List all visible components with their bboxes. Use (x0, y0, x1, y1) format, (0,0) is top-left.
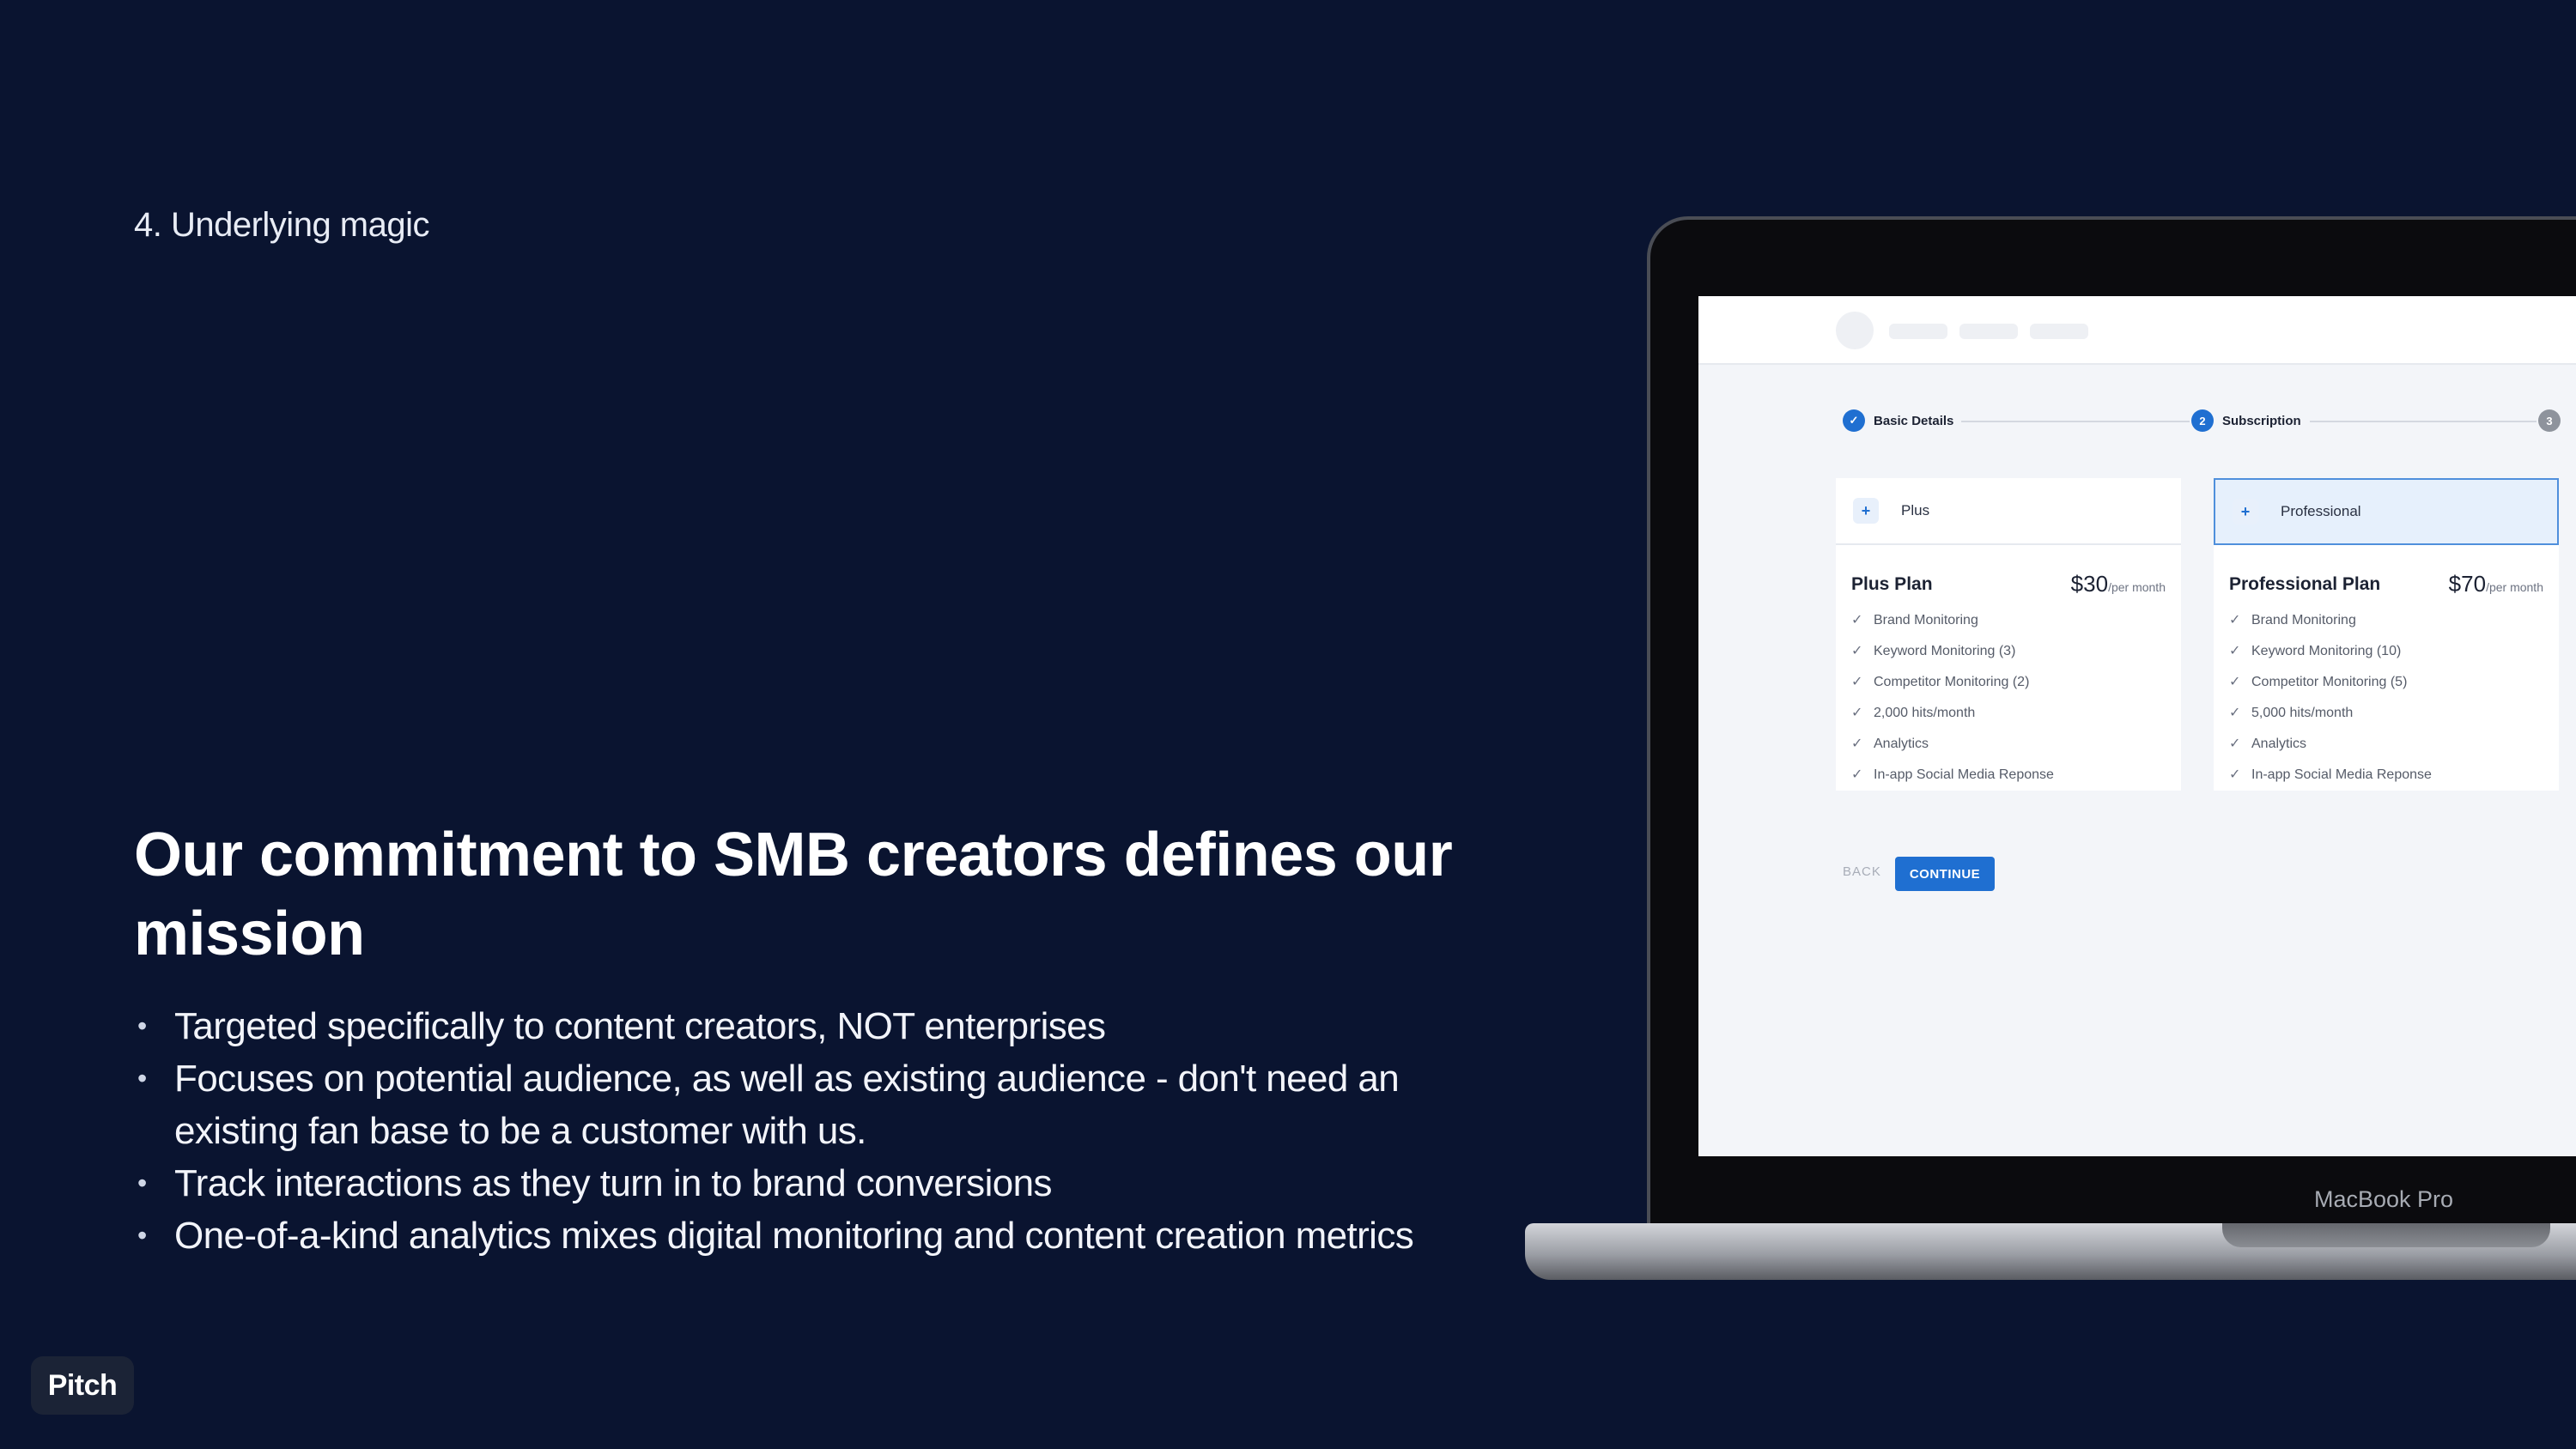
plan-tab-label: Plus (1901, 502, 1930, 518)
feature-list: ✓ Brand Monitoring ✓ Keyword Monitoring (3… (1851, 605, 2054, 791)
plan-tab-label: Professional (2281, 503, 2361, 519)
back-button[interactable]: BACK (1843, 864, 1881, 879)
plan-tab-plus[interactable]: + Plus (1836, 478, 2181, 545)
feature-label: 2,000 hits/month (1874, 706, 1976, 720)
price-amount: $30 (2070, 571, 2109, 597)
check-icon: ✓ (2229, 706, 2241, 720)
check-icon: ✓ (1851, 644, 1863, 658)
feature-item: ✓ In-app Social Media Reponse (2229, 760, 2432, 791)
feature-label: Brand Monitoring (2251, 613, 2356, 627)
step-label: Subscription (2222, 413, 2301, 428)
feature-item: ✓ Brand Monitoring (1851, 605, 2054, 636)
feature-label: In-app Social Media Reponse (1874, 767, 2054, 782)
step-subscription[interactable]: 2 Subscription (2191, 409, 2301, 432)
feature-item: ✓ 2,000 hits/month (1851, 698, 2054, 729)
check-icon: ✓ (2229, 737, 2241, 751)
feature-label: Analytics (1874, 737, 1929, 751)
plan-card-plus[interactable]: + Plus Plus Plan $30/per month ✓ Brand Mo… (1836, 478, 2181, 791)
plan-title: Plus Plan (1851, 574, 1933, 594)
check-icon: ✓ (1851, 613, 1863, 627)
check-icon: ✓ (1851, 767, 1863, 782)
feature-item: ✓ In-app Social Media Reponse (1851, 760, 2054, 791)
feature-list: ✓ Brand Monitoring ✓ Keyword Monitoring (1… (2229, 605, 2432, 791)
slide-headline: Our commitment to SMB creators defines o… (134, 821, 1453, 968)
feature-item: ✓ Competitor Monitoring (2) (1851, 667, 2054, 698)
feature-label: Keyword Monitoring (3) (1874, 644, 2016, 658)
feature-item: ✓ Competitor Monitoring (5) (2229, 667, 2432, 698)
feature-label: 5,000 hits/month (2251, 706, 2354, 720)
price-period: /per month (2108, 580, 2166, 594)
eyebrow-label: 4. Underlying magic (134, 206, 430, 244)
feature-item: ✓ 5,000 hits/month (2229, 698, 2432, 729)
pitch-logo[interactable]: Pitch (31, 1356, 134, 1415)
plan-price: $30/per month (2071, 571, 2166, 597)
check-icon: ✓ (1851, 706, 1863, 720)
price-amount: $70 (2448, 571, 2487, 597)
feature-item: ✓ Keyword Monitoring (3) (1851, 636, 2054, 667)
feature-label: Analytics (2251, 737, 2307, 751)
document-plus-icon: + (2233, 499, 2258, 524)
check-icon: ✓ (1851, 737, 1863, 751)
step-number: 3 (2538, 409, 2561, 432)
laptop-model-label: MacBook Pro (2314, 1186, 2454, 1212)
plan-tab-professional[interactable]: + Professional (2214, 478, 2559, 545)
step-connector (2310, 421, 2537, 422)
app-topbar (1698, 296, 2576, 365)
avatar (1836, 312, 1874, 349)
laptop-notch (2222, 1223, 2550, 1247)
plan-price: $70/per month (2449, 571, 2543, 597)
check-icon: ✓ (1843, 409, 1865, 432)
check-icon: ✓ (2229, 613, 2241, 627)
plan-title: Professional Plan (2229, 574, 2381, 594)
check-icon: ✓ (2229, 644, 2241, 658)
feature-label: Keyword Monitoring (10) (2251, 644, 2402, 658)
feature-item: ✓ Brand Monitoring (2229, 605, 2432, 636)
bullet-list: Targeted specifically to content creator… (134, 1000, 1439, 1262)
price-period: /per month (2486, 580, 2543, 594)
feature-item: ✓ Analytics (1851, 729, 2054, 760)
step-label: Basic Details (1874, 413, 1954, 428)
feature-item: ✓ Analytics (2229, 729, 2432, 760)
bullet-item: One-of-a-kind analytics mixes digital mo… (134, 1210, 1439, 1262)
step-connector (1961, 421, 2190, 422)
bullet-item: Focuses on potential audience, as well a… (134, 1052, 1439, 1157)
continue-button[interactable]: CONTINUE (1895, 857, 1995, 891)
feature-item: ✓ Keyword Monitoring (10) (2229, 636, 2432, 667)
document-plus-icon: + (1853, 498, 1879, 524)
step-number: 2 (2191, 409, 2214, 432)
feature-label: In-app Social Media Reponse (2251, 767, 2432, 782)
nav-placeholder (1959, 324, 2018, 339)
laptop-screen: ✓ Basic Details 2 Subscription 3 + Plus … (1698, 296, 2576, 1156)
nav-placeholder (1889, 324, 1947, 339)
bullet-item: Track interactions as they turn in to br… (134, 1157, 1439, 1210)
feature-label: Competitor Monitoring (2) (1874, 675, 2030, 689)
step-basic-details[interactable]: ✓ Basic Details (1843, 409, 1953, 432)
check-icon: ✓ (2229, 675, 2241, 689)
plan-card-professional[interactable]: + Professional Professional Plan $70/per… (2214, 478, 2559, 791)
step-third[interactable]: 3 (2538, 409, 2569, 432)
nav-placeholder (2030, 324, 2088, 339)
feature-label: Competitor Monitoring (5) (2251, 675, 2408, 689)
bullet-item: Targeted specifically to content creator… (134, 1000, 1439, 1052)
check-icon: ✓ (1851, 675, 1863, 689)
feature-label: Brand Monitoring (1874, 613, 1978, 627)
check-icon: ✓ (2229, 767, 2241, 782)
